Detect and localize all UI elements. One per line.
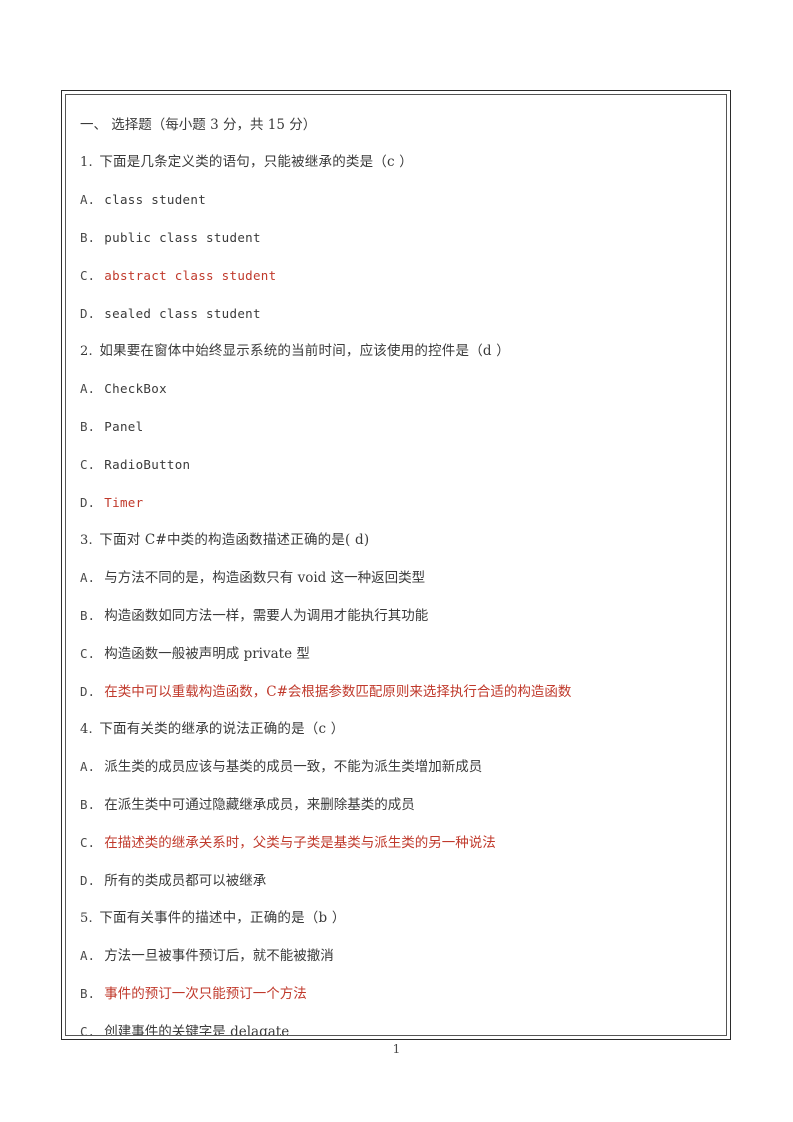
option-text-marked-answer: Timer	[104, 495, 144, 510]
question-option[interactable]: A. 与方法不同的是，构造函数只有 void 这一种返回类型	[80, 559, 708, 597]
question-option[interactable]: D. 所有的类成员都可以被继承	[80, 862, 708, 900]
question-stem: 4. 下面有关类的继承的说法正确的是（c ）	[80, 711, 708, 748]
page-footer: 1	[0, 1042, 793, 1056]
document-content: 一、 选择题（每小题 3 分，共 15 分） 1. 下面是几条定义类的语句，只能…	[66, 95, 726, 1036]
question-option[interactable]: B. public class student	[80, 219, 708, 257]
option-text: 构造函数一般被声明成 private 型	[104, 646, 310, 662]
question-stem: 3. 下面对 C#中类的构造函数描述正确的是( d)	[80, 522, 708, 559]
question-stem: 5. 下面有关事件的描述中，正确的是（b ）	[80, 900, 708, 937]
option-label: A.	[80, 759, 96, 774]
question-stem-text: 下面有关事件的描述中，正确的是（b ）	[99, 910, 346, 926]
option-label: C.	[80, 646, 96, 661]
option-label: D.	[80, 684, 96, 699]
question-stem-text: 下面是几条定义类的语句，只能被继承的类是（c ）	[99, 154, 413, 170]
option-text: 方法一旦被事件预订后，就不能被撤消	[104, 948, 334, 964]
question: 5. 下面有关事件的描述中，正确的是（b ） A. 方法一旦被事件预订后，就不能被…	[80, 900, 708, 1036]
question-option[interactable]: A. CheckBox	[80, 370, 708, 408]
option-label: B.	[80, 608, 96, 623]
option-label: C.	[80, 835, 96, 850]
question: 2. 如果要在窗体中始终显示系统的当前时间，应该使用的控件是（d ） A. Che…	[80, 333, 708, 522]
option-text: public class student	[104, 230, 261, 245]
question-stem-text: 下面对 C#中类的构造函数描述正确的是( d)	[99, 532, 370, 548]
option-label: C.	[80, 1024, 96, 1036]
question-number: 3.	[80, 533, 93, 548]
option-label: A.	[80, 948, 96, 963]
question-option[interactable]: D. sealed class student	[80, 295, 708, 333]
question-stem: 1. 下面是几条定义类的语句，只能被继承的类是（c ）	[80, 144, 708, 181]
option-text-marked-answer: 在描述类的继承关系时，父类与子类是基类与派生类的另一种说法	[104, 835, 496, 851]
option-label: D.	[80, 306, 96, 321]
option-text: 与方法不同的是，构造函数只有 void 这一种返回类型	[104, 570, 426, 586]
option-text: 构造函数如同方法一样，需要人为调用才能执行其功能	[104, 608, 429, 624]
question-option[interactable]: D. 在类中可以重载构造函数，C#会根据参数匹配原则来选择执行合适的构造函数	[80, 673, 708, 711]
option-label: A.	[80, 570, 96, 585]
question-option[interactable]: C. 创建事件的关键字是 delagate	[80, 1013, 708, 1036]
page-border-inner: 一、 选择题（每小题 3 分，共 15 分） 1. 下面是几条定义类的语句，只能…	[65, 94, 727, 1036]
option-label: B.	[80, 419, 96, 434]
option-text: CheckBox	[104, 381, 167, 396]
option-label: A.	[80, 381, 96, 396]
question-option[interactable]: C. 在描述类的继承关系时，父类与子类是基类与派生类的另一种说法	[80, 824, 708, 862]
option-label: B.	[80, 797, 96, 812]
option-text: sealed class student	[104, 306, 261, 321]
option-label: C.	[80, 457, 96, 472]
question-option[interactable]: A. 派生类的成员应该与基类的成员一致，不能为派生类增加新成员	[80, 748, 708, 786]
question-option[interactable]: B. 事件的预订一次只能预订一个方法	[80, 975, 708, 1013]
page-border-frame: 一、 选择题（每小题 3 分，共 15 分） 1. 下面是几条定义类的语句，只能…	[61, 90, 731, 1040]
question-number: 2.	[80, 344, 93, 359]
section-heading-text: 一、 选择题（每小题 3 分，共 15 分）	[80, 117, 317, 133]
section-heading: 一、 选择题（每小题 3 分，共 15 分）	[80, 107, 708, 144]
question-option[interactable]: A. 方法一旦被事件预订后，就不能被撤消	[80, 937, 708, 975]
option-text-marked-answer: 在类中可以重载构造函数，C#会根据参数匹配原则来选择执行合适的构造函数	[104, 684, 572, 700]
option-label: B.	[80, 230, 96, 245]
option-text: 所有的类成员都可以被继承	[104, 873, 267, 889]
option-text: class student	[104, 192, 207, 207]
option-text: 派生类的成员应该与基类的成员一致，不能为派生类增加新成员	[104, 759, 483, 775]
question: 4. 下面有关类的继承的说法正确的是（c ） A. 派生类的成员应该与基类的成员一…	[80, 711, 708, 900]
option-text-marked-answer: abstract class student	[104, 268, 277, 283]
option-text-marked-answer: 事件的预订一次只能预订一个方法	[104, 986, 307, 1002]
question-option[interactable]: B. 构造函数如同方法一样，需要人为调用才能执行其功能	[80, 597, 708, 635]
option-label: A.	[80, 192, 96, 207]
option-text: 在派生类中可通过隐藏继承成员，来删除基类的成员	[104, 797, 415, 813]
question-number: 1.	[80, 155, 93, 170]
question-option[interactable]: C. 构造函数一般被声明成 private 型	[80, 635, 708, 673]
option-label: C.	[80, 268, 96, 283]
option-label: D.	[80, 495, 96, 510]
question-list: 1. 下面是几条定义类的语句，只能被继承的类是（c ） A. class stud…	[80, 144, 708, 1036]
question-option[interactable]: D. Timer	[80, 484, 708, 522]
option-text: Panel	[104, 419, 144, 434]
question: 1. 下面是几条定义类的语句，只能被继承的类是（c ） A. class stud…	[80, 144, 708, 333]
question-number: 5.	[80, 911, 93, 926]
question-stem-text: 下面有关类的继承的说法正确的是（c ）	[99, 721, 345, 737]
question-option[interactable]: C. RadioButton	[80, 446, 708, 484]
question-number: 4.	[80, 722, 93, 737]
question-option[interactable]: B. 在派生类中可通过隐藏继承成员，来删除基类的成员	[80, 786, 708, 824]
option-text: 创建事件的关键字是 delagate	[104, 1024, 290, 1036]
option-label: D.	[80, 873, 96, 888]
question-stem: 2. 如果要在窗体中始终显示系统的当前时间，应该使用的控件是（d ）	[80, 333, 708, 370]
question-option[interactable]: C. abstract class student	[80, 257, 708, 295]
question: 3. 下面对 C#中类的构造函数描述正确的是( d) A. 与方法不同的是，构造函…	[80, 522, 708, 711]
page-number: 1	[392, 1042, 401, 1056]
option-text: RadioButton	[104, 457, 191, 472]
option-label: B.	[80, 986, 96, 1001]
question-stem-text: 如果要在窗体中始终显示系统的当前时间，应该使用的控件是（d ）	[99, 343, 510, 359]
question-option[interactable]: B. Panel	[80, 408, 708, 446]
question-option[interactable]: A. class student	[80, 181, 708, 219]
